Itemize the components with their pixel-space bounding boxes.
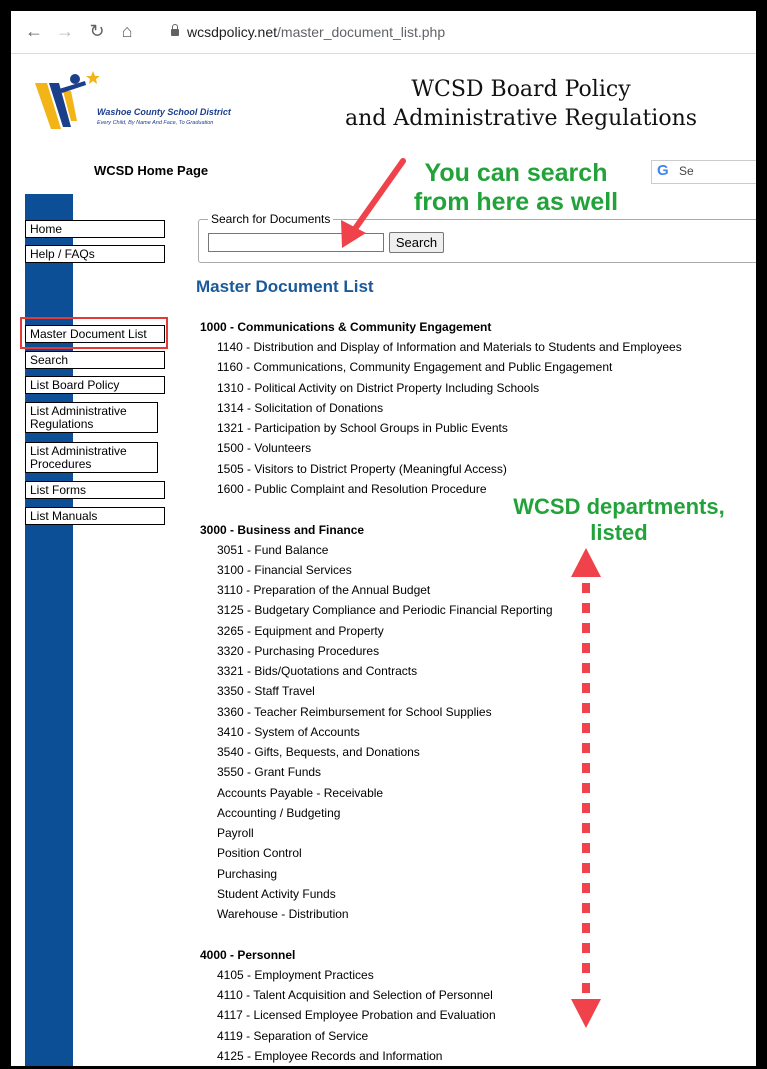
sidebar-item-manuals[interactable]: List Manuals bbox=[25, 507, 165, 525]
browser-window: ← → ↻ ⌂ wcsdpolicy.net/master_document_l… bbox=[11, 11, 756, 1066]
document-link[interactable]: 1500 - Volunteers bbox=[200, 438, 740, 458]
departments-annotation-line2: listed bbox=[590, 520, 648, 545]
forward-arrow-icon[interactable]: → bbox=[54, 20, 76, 42]
document-link[interactable]: 3110 - Preparation of the Annual Budget bbox=[200, 580, 740, 600]
document-link[interactable]: Payroll bbox=[200, 823, 740, 843]
document-link[interactable]: 1140 - Distribution and Display of Infor… bbox=[200, 337, 740, 357]
search-annotation: You can search from here as well bbox=[406, 159, 626, 217]
home-page-link[interactable]: WCSD Home Page bbox=[94, 163, 208, 178]
document-link[interactable]: 4119 - Separation of Service bbox=[200, 1026, 740, 1046]
document-link[interactable]: Purchasing bbox=[200, 864, 740, 884]
document-link[interactable]: 3320 - Purchasing Procedures bbox=[200, 641, 740, 661]
document-link[interactable]: 3360 - Teacher Reimbursement for School … bbox=[200, 702, 740, 722]
category-heading: 1000 - Communications & Community Engage… bbox=[200, 320, 492, 334]
document-link[interactable]: 3100 - Financial Services bbox=[200, 560, 740, 580]
document-link[interactable]: 4110 - Talent Acquisition and Selection … bbox=[200, 985, 740, 1005]
home-icon[interactable]: ⌂ bbox=[116, 20, 138, 42]
url-path: /master_document_list.php bbox=[277, 24, 446, 40]
document-link[interactable]: 1314 - Solicitation of Donations bbox=[200, 398, 740, 418]
document-link[interactable]: 3350 - Staff Travel bbox=[200, 681, 740, 701]
google-g-icon: G bbox=[657, 162, 669, 179]
document-link[interactable]: 4105 - Employment Practices bbox=[200, 965, 740, 985]
site-title-line2: and Administrative Regulations bbox=[344, 106, 698, 131]
document-link[interactable]: Student Activity Funds bbox=[200, 884, 740, 904]
document-link[interactable]: 4125 - Employee Records and Information bbox=[200, 1046, 740, 1066]
document-link[interactable]: 3550 - Grant Funds bbox=[200, 762, 740, 782]
logo-tagline: Every Child, By Name And Face, To Gradua… bbox=[97, 120, 214, 126]
document-link[interactable]: Warehouse - Distribution bbox=[200, 904, 740, 924]
document-link[interactable]: 1310 - Political Activity on District Pr… bbox=[200, 378, 740, 398]
sidebar-item-home[interactable]: Home bbox=[25, 220, 165, 238]
document-list: 1000 - Communications & Community Engage… bbox=[200, 317, 740, 1066]
district-logo[interactable]: Washoe County School District Every Chil… bbox=[29, 69, 239, 139]
search-input[interactable] bbox=[208, 233, 384, 252]
departments-annotation-line1: WCSD departments, bbox=[513, 494, 725, 519]
document-link[interactable]: 4117 - Licensed Employee Probation and E… bbox=[200, 1005, 740, 1025]
sidebar-item-search[interactable]: Search bbox=[25, 351, 165, 369]
document-link[interactable]: Position Control bbox=[200, 843, 740, 863]
browser-toolbar: ← → ↻ ⌂ wcsdpolicy.net/master_document_l… bbox=[11, 11, 756, 54]
category-heading: 4000 - Personnel bbox=[200, 947, 296, 962]
sidebar-item-admin-procedures[interactable]: List Administrative Procedures bbox=[25, 442, 158, 473]
sidebar-item-admin-regulations[interactable]: List Administrative Regulations bbox=[25, 402, 158, 433]
back-arrow-icon[interactable]: ← bbox=[23, 20, 45, 42]
address-bar[interactable]: wcsdpolicy.net/master_document_list.php bbox=[171, 20, 445, 44]
document-link[interactable]: 3321 - Bids/Quotations and Contracts bbox=[200, 661, 740, 681]
document-link[interactable]: Accounting / Budgeting bbox=[200, 803, 740, 823]
page-title: Master Document List bbox=[196, 277, 374, 296]
site-title: WCSD Board Policy and Administrative Reg… bbox=[336, 75, 706, 133]
document-link[interactable]: 3410 - System of Accounts bbox=[200, 722, 740, 742]
logo-name: Washoe County School District bbox=[97, 107, 231, 117]
google-search-label: Se bbox=[679, 164, 694, 178]
departments-annotation: WCSD departments, listed bbox=[489, 494, 749, 546]
lock-icon bbox=[171, 23, 179, 36]
logo-mark-icon bbox=[35, 71, 100, 129]
document-link[interactable]: 3265 - Equipment and Property bbox=[200, 621, 740, 641]
search-legend: Search for Documents bbox=[208, 212, 334, 226]
document-link[interactable]: 3125 - Budgetary Compliance and Periodic… bbox=[200, 600, 740, 620]
document-link[interactable]: 1321 - Participation by School Groups in… bbox=[200, 418, 740, 438]
search-annotation-line2: from here as well bbox=[413, 188, 619, 216]
document-link[interactable]: 3540 - Gifts, Bequests, and Donations bbox=[200, 742, 740, 762]
reload-icon[interactable]: ↻ bbox=[86, 20, 108, 42]
site-title-line1: WCSD Board Policy bbox=[411, 77, 631, 102]
document-link[interactable]: Accounts Payable - Receivable bbox=[200, 783, 740, 803]
sidebar-item-forms[interactable]: List Forms bbox=[25, 481, 165, 499]
sidebar-item-help[interactable]: Help / FAQs bbox=[25, 245, 165, 263]
google-search-box[interactable]: G Se bbox=[651, 160, 756, 184]
search-button[interactable]: Search bbox=[389, 232, 444, 253]
search-annotation-line1: You can search bbox=[424, 159, 608, 187]
sidebar-item-board-policy[interactable]: List Board Policy bbox=[25, 376, 165, 394]
document-link[interactable]: 1505 - Visitors to District Property (Me… bbox=[200, 459, 740, 479]
document-link[interactable]: 1160 - Communications, Community Engagem… bbox=[200, 357, 740, 377]
highlight-box bbox=[20, 317, 168, 349]
url-host: wcsdpolicy.net bbox=[187, 24, 278, 40]
